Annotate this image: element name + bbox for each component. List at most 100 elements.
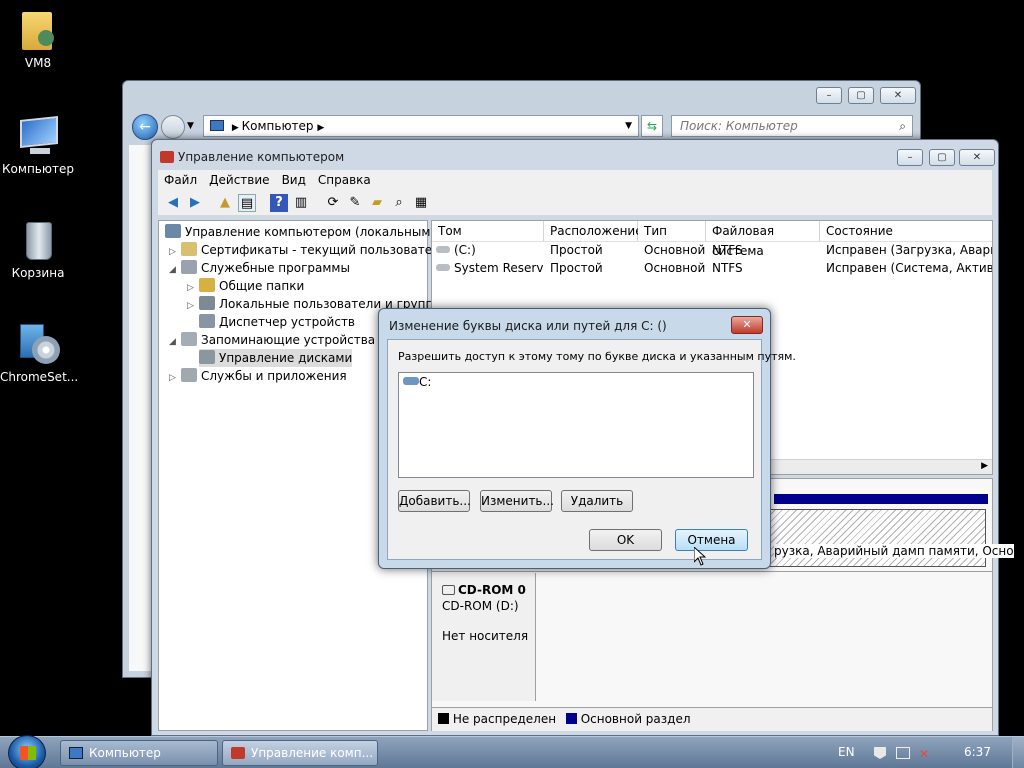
cdrom-label-block[interactable]: CD-ROM 0 CD-ROM (D:) Нет носителя [432,573,536,701]
legend: Не распределен Основной раздел [432,707,992,731]
tools-icon [181,260,197,274]
refresh-icon[interactable]: ⟳ [324,194,342,212]
computer-icon [16,114,60,158]
column-header-filesystem[interactable]: Файловая система [706,221,820,258]
legend-primary: Основной раздел [580,712,691,726]
cdrom-area[interactable] [538,573,992,701]
collapse-arrow-icon[interactable]: ◢ [169,333,181,351]
desktop-icon-computer[interactable]: Компьютер [0,114,76,176]
help-icon[interactable]: ? [270,194,288,212]
tree-item-shared-folders[interactable]: ▷ Общие папки [187,277,304,295]
refresh-button[interactable]: ⇆ [641,115,663,137]
desktop-icon-label: VM8 [24,56,52,70]
add-button[interactable]: Добавить... [398,490,471,512]
services-icon [181,368,197,382]
maximize-button[interactable]: ▢ [848,87,874,104]
dialog-description: Разрешить доступ к этому тому по букве д… [398,350,796,363]
breadcrumb-separator-icon: ▶ [317,123,325,133]
shared-folder-icon [199,278,215,292]
action-center-icon[interactable] [874,747,886,759]
desktop-icon-recycle-bin[interactable]: Корзина [0,218,76,280]
column-header-type[interactable]: Тип [638,221,706,241]
desktop-icon-label: ChromeSet... [0,370,79,384]
computer-small-icon [210,120,224,131]
dialog-body: Разрешить доступ к этому тому по букве д… [387,339,796,560]
ok-button[interactable]: OK [589,529,662,551]
dialog-close-button[interactable]: ✕ [731,316,763,334]
tree-item-storage[interactable]: ◢ Запоминающие устройства [169,331,375,349]
menu-file[interactable]: Файл [158,170,203,190]
forward-arrow-icon[interactable]: ▶ [186,194,204,212]
desktop-icon-chromesetup[interactable]: ChromeSet... [0,322,79,384]
back-icon[interactable]: ← [132,114,158,140]
tree-item-system-tools[interactable]: ◢ Служебные программы [169,259,350,277]
computer-management-icon [231,747,245,759]
expand-arrow-icon[interactable]: ▷ [169,369,181,387]
search-input[interactable]: Поиск: Компьютер ⌕ [671,115,913,137]
taskbar-item-explorer[interactable]: Компьютер [60,740,218,766]
device-manager-icon [199,314,215,328]
up-folder-icon[interactable]: ▲ [216,194,234,212]
cdrom-status: Нет носителя [442,629,529,643]
back-arrow-icon[interactable]: ◀ [164,194,182,212]
dialog-title: Изменение буквы диска или путей для C: (… [389,319,667,333]
properties-icon[interactable]: ✎ [346,194,364,212]
remove-button[interactable]: Удалить [561,490,633,512]
show-hide-tree-icon[interactable]: ▤ [238,194,256,212]
mouse-cursor-icon [694,547,706,566]
tree-item-disk-management[interactable]: Управление дисками [199,349,353,367]
change-drive-letter-dialog[interactable]: Изменение буквы диска или путей для C: (… [378,308,796,569]
tree-root[interactable]: Управление компьютером (локальным) [165,223,435,241]
breadcrumb-computer[interactable]: Компьютер [242,119,314,133]
scroll-right-icon[interactable]: ▶ [981,461,988,471]
cancel-button[interactable]: Отмена [675,529,748,551]
desktop-icon-vm8[interactable]: VM8 [0,8,76,70]
legend-unallocated: Не распределен [452,712,557,726]
column-header-layout[interactable]: Расположение [544,221,643,241]
cdrom-drive: CD-ROM (D:) [442,599,519,613]
tree-item-certificates[interactable]: ▷ Сертификаты - текущий пользователь [169,241,447,259]
show-pane-icon[interactable]: ▥ [292,194,310,212]
history-dropdown-icon[interactable]: ▼ [187,121,194,131]
search-icon[interactable]: ⌕ [899,116,906,136]
network-icon[interactable] [896,747,910,759]
column-header-volume[interactable]: Том [432,221,544,241]
close-button[interactable]: ✕ [880,87,916,104]
column-header-status[interactable]: Состояние [820,221,992,241]
menu-bar: Файл Действие Вид Справка [158,170,992,190]
start-button[interactable] [8,735,46,768]
collapse-arrow-icon[interactable]: ◢ [169,261,181,279]
search-placeholder: Поиск: Компьютер [680,119,798,133]
language-indicator[interactable]: EN [838,745,855,759]
computer-management-icon [165,224,181,238]
taskbar-item-computer-management[interactable]: Управление комп... [222,740,378,766]
address-dropdown-icon[interactable]: ▼ [625,116,632,136]
change-button[interactable]: Изменить... [480,490,554,512]
forward-icon[interactable] [161,115,185,139]
menu-help[interactable]: Справка [312,170,377,190]
close-button[interactable]: ✕ [959,149,995,166]
address-bar[interactable]: ▶ Компьютер ▶ ▼ [203,115,639,137]
volume-muted-icon[interactable]: ✕ [919,747,929,761]
users-icon [199,296,215,310]
desktop-icon-label: Компьютер [2,162,74,176]
show-desktop-button[interactable] [1012,737,1024,768]
settings-disk-icon[interactable]: ▦ [412,194,430,212]
cdrom-icon [442,585,455,595]
minimize-button[interactable]: – [897,149,923,166]
taskbar: Компьютер Управление комп... EN ✕ 6:37 [0,735,1024,768]
minimize-button[interactable]: – [816,87,842,104]
menu-view[interactable]: Вид [276,170,312,190]
expand-arrow-icon[interactable]: ▷ [187,297,199,315]
recycle-bin-icon [16,218,60,262]
tree-item-device-manager[interactable]: Диспетчер устройств [199,313,355,331]
paths-list[interactable]: C: [398,372,754,478]
open-folder-icon[interactable]: ▰ [368,194,386,212]
legend-unallocated-swatch [438,713,449,724]
clock[interactable]: 6:37 [964,745,991,759]
tree-item-services[interactable]: ▷ Службы и приложения [169,367,347,385]
search-disk-icon[interactable]: ⌕ [390,194,408,212]
maximize-button[interactable]: ▢ [929,149,955,166]
menu-action[interactable]: Действие [203,170,275,190]
list-item[interactable]: C: [403,375,431,389]
